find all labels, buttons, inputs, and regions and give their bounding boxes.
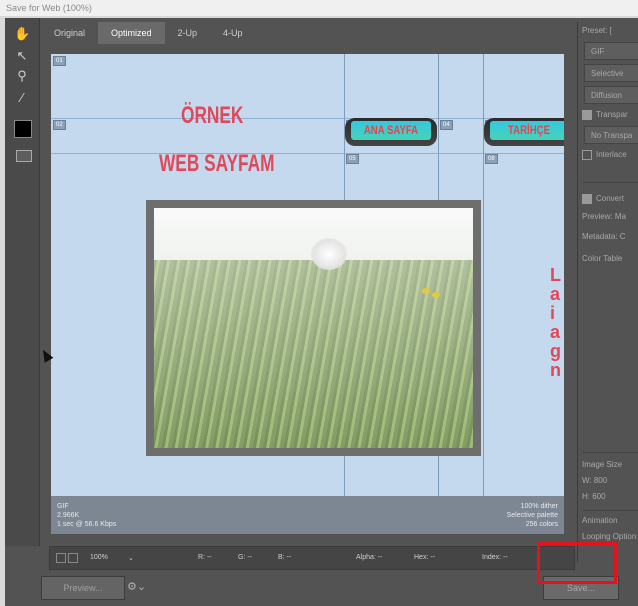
- eyedropper-color-swatch[interactable]: [14, 120, 32, 138]
- page-heading-line2: WEB SAYFAM: [159, 150, 275, 177]
- toggle-slices-visibility-icon[interactable]: [16, 150, 32, 162]
- hex-value: Hex: --: [414, 554, 435, 561]
- slice-guide: [483, 54, 484, 496]
- browser-preview-icon[interactable]: ⚙⌄: [127, 576, 167, 598]
- zoom-in-icon[interactable]: [68, 553, 78, 563]
- matte-select[interactable]: No Transpa: [584, 126, 638, 144]
- preview-select[interactable]: Preview: Ma: [582, 212, 626, 221]
- download-time: 1 sec @ 56.6 Kbps: [57, 521, 117, 528]
- metadata-select[interactable]: Metadata: C: [582, 232, 626, 241]
- tab-optimized[interactable]: Optimized: [98, 22, 165, 44]
- slice-badge[interactable]: 08: [485, 154, 498, 164]
- zoom-tool-icon[interactable]: ⚲: [14, 68, 30, 84]
- animation-header: Animation: [582, 516, 618, 525]
- width-field[interactable]: W: 800: [582, 476, 607, 485]
- hand-tool-icon[interactable]: ✋: [14, 26, 30, 42]
- dither-info: 100% dither: [520, 503, 558, 510]
- view-tabs: Original Optimized 2-Up 4-Up: [41, 22, 256, 44]
- convert-srgb-checkbox[interactable]: Convert: [582, 194, 624, 204]
- window-title: Save for Web (100%): [0, 0, 638, 16]
- grass-photo: [146, 200, 481, 456]
- slice-badge[interactable]: 01: [53, 56, 66, 66]
- image-size-header: Image Size: [582, 460, 623, 469]
- colors-info: 256 colors: [525, 521, 558, 528]
- height-field[interactable]: H: 600: [582, 492, 606, 501]
- eyedropper-tool-icon[interactable]: ⁄: [14, 90, 30, 106]
- save-for-web-dialog: ✋ ↖ ⚲ ⁄ Original Optimized 2-Up 4-Up 01 …: [5, 18, 638, 606]
- nav-button-home: ANA SAYFA: [345, 118, 437, 146]
- index-value: Index: --: [482, 554, 508, 561]
- slice-badge[interactable]: 04: [440, 120, 453, 130]
- zoom-level[interactable]: 100%: [90, 554, 108, 561]
- tab-original[interactable]: Original: [41, 22, 99, 44]
- file-format: GIF: [57, 503, 69, 510]
- nav-button-label: ANA SAYFA: [363, 123, 419, 137]
- side-text: L a i a g n: [550, 265, 561, 380]
- slice-badge[interactable]: 02: [53, 120, 66, 130]
- format-select[interactable]: GIF: [584, 42, 638, 60]
- preset-label: Preset: [: [582, 26, 612, 35]
- dandelion: [311, 238, 347, 270]
- zoom-out-icon[interactable]: [56, 553, 66, 563]
- zoom-dropdown-icon[interactable]: ⌄: [128, 554, 134, 562]
- slice-guide: [51, 118, 564, 119]
- tool-palette: ✋ ↖ ⚲ ⁄: [5, 18, 40, 546]
- interlaced-checkbox[interactable]: Interlace: [582, 150, 627, 160]
- palette-info: Selective palette: [506, 512, 558, 519]
- color-table-header: Color Table: [582, 254, 623, 263]
- color-info-statusbar: 100% ⌄ R: -- G: -- B: -- Alpha: -- Hex: …: [49, 546, 575, 570]
- looping-options[interactable]: Looping Option: [582, 532, 636, 541]
- green-value: G: --: [238, 554, 252, 561]
- nav-button-label: TARİHÇE: [508, 123, 550, 137]
- file-size: 2.966K: [57, 512, 80, 519]
- slice-select-tool-icon[interactable]: ↖: [14, 48, 30, 64]
- save-highlight-box: [537, 542, 617, 584]
- optimization-info-footer: GIF 2.966K 1 sec @ 56.6 Kbps 100% dither…: [51, 496, 564, 534]
- alpha-value: Alpha: --: [356, 554, 383, 561]
- slice-badge[interactable]: 05: [346, 154, 359, 164]
- transparency-checkbox[interactable]: Transpar: [582, 110, 628, 120]
- blue-value: B: --: [278, 554, 292, 561]
- nav-button-history: TARİHÇE: [484, 118, 564, 146]
- image-preview-canvas[interactable]: 01 02 03 04 05 06 08 ÖRNEK WEB SAYFAM AN…: [51, 54, 564, 534]
- reduction-select[interactable]: Selective: [584, 64, 638, 82]
- red-value: R: --: [198, 554, 212, 561]
- preview-button[interactable]: Preview...: [41, 576, 125, 600]
- dither-select[interactable]: Diffusion: [584, 86, 638, 104]
- tab-4-up[interactable]: 4-Up: [210, 22, 256, 44]
- optimize-settings-panel: Preset: [ GIF Selective Diffusion Transp…: [577, 22, 638, 562]
- page-heading-line1: ÖRNEK: [181, 102, 244, 129]
- yellow-flower: [422, 288, 430, 294]
- yellow-flower: [432, 292, 440, 298]
- tab-2-up[interactable]: 2-Up: [164, 22, 211, 44]
